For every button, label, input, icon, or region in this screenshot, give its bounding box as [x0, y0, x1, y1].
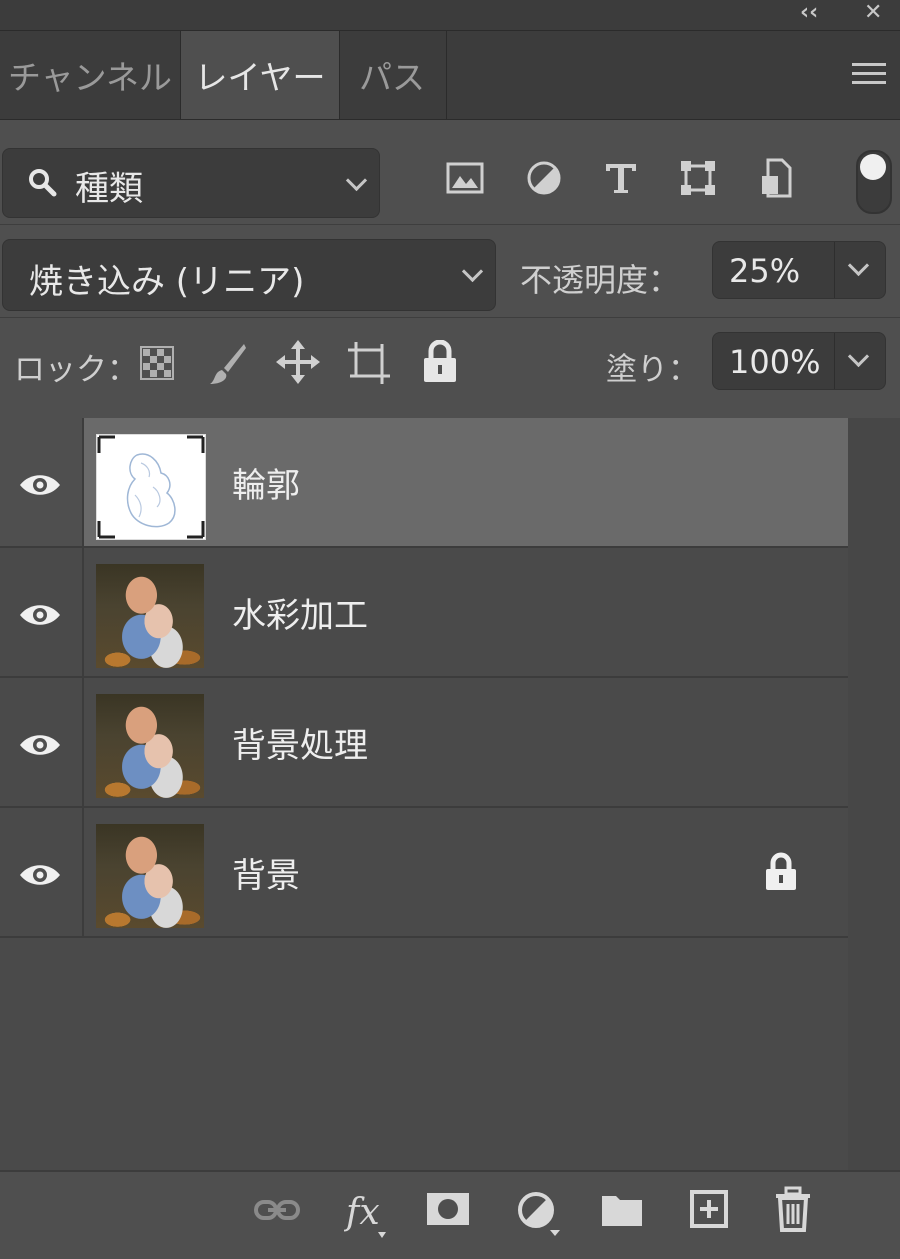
eye-icon	[20, 735, 60, 755]
blend-row: 焼き込み (リニア) 不透明度： 25%	[0, 225, 900, 318]
tab-channels[interactable]: チャンネル	[0, 31, 180, 119]
lock-transparent-pixels-icon[interactable]	[140, 346, 174, 380]
pixel-layer-filter-icon[interactable]	[446, 162, 484, 194]
lock-artboard-icon[interactable]	[346, 340, 392, 386]
visibility-toggle[interactable]	[0, 808, 84, 936]
visibility-toggle[interactable]	[0, 678, 84, 806]
group-folder-icon[interactable]	[600, 1192, 644, 1228]
opacity-dropdown[interactable]	[834, 242, 885, 298]
lock-label: ロック：	[14, 352, 138, 388]
layer-filter-select[interactable]: 種類	[2, 148, 380, 218]
layer-name[interactable]: 輪郭	[232, 458, 300, 507]
opacity-value[interactable]: 25%	[729, 252, 800, 290]
blend-mode-select[interactable]: 焼き込み (リニア)	[2, 239, 496, 311]
panel-menu-icon[interactable]	[852, 63, 886, 84]
type-layer-filter-icon[interactable]	[604, 162, 638, 194]
eye-icon	[20, 475, 60, 495]
smart-object-filter-icon[interactable]	[760, 158, 792, 198]
layer-thumbnail[interactable]	[96, 564, 204, 668]
fill-label: 塗り：	[606, 352, 699, 388]
layer-row[interactable]: 水彩加工	[0, 548, 848, 678]
chevron-down-icon	[345, 169, 368, 192]
chevron-down-icon	[847, 345, 870, 368]
layers-list: 輪郭 水彩加工 背景処理 背景	[0, 418, 848, 1170]
panel-footer: fx	[0, 1170, 900, 1259]
lock-position-move-icon[interactable]	[276, 340, 320, 384]
layer-thumbnail[interactable]	[96, 694, 204, 798]
new-layer-icon[interactable]	[690, 1190, 728, 1228]
panel-title-bar: ‹‹ ✕	[0, 0, 900, 31]
svg-text:fx: fx	[344, 1192, 380, 1233]
fill-dropdown[interactable]	[834, 333, 885, 389]
eye-icon	[20, 605, 60, 625]
fill-field[interactable]: 100%	[712, 332, 886, 390]
tab-paths[interactable]: パス	[338, 31, 447, 119]
chevron-down-icon	[847, 254, 870, 277]
layer-mask-icon[interactable]	[426, 1192, 470, 1226]
filter-value: 種類	[75, 169, 143, 209]
shape-layer-filter-icon[interactable]	[680, 160, 716, 196]
filter-row: 種類	[0, 120, 900, 225]
filter-toggle[interactable]	[856, 150, 892, 214]
sketch-thumbnail-image	[97, 435, 205, 539]
layer-name[interactable]: 水彩加工	[232, 588, 368, 637]
layer-thumbnail[interactable]	[96, 434, 206, 540]
layers-scrollbar[interactable]	[848, 418, 900, 1170]
fill-value[interactable]: 100%	[729, 343, 820, 381]
fx-icon[interactable]: fx	[344, 1188, 390, 1240]
layer-row[interactable]: 背景	[0, 808, 848, 938]
layer-row[interactable]: 輪郭	[0, 418, 848, 548]
eye-icon	[20, 865, 60, 885]
panel-tabs: チャンネル レイヤー パス	[0, 31, 900, 120]
layer-name[interactable]: 背景	[232, 848, 300, 897]
visibility-toggle[interactable]	[0, 418, 84, 546]
lock-all-icon[interactable]	[422, 340, 458, 384]
layer-row[interactable]: 背景処理	[0, 678, 848, 808]
layer-lock-icon[interactable]	[764, 852, 798, 892]
layer-name[interactable]: 背景処理	[232, 718, 368, 767]
close-panel-icon[interactable]: ✕	[864, 0, 882, 26]
tab-layers[interactable]: レイヤー	[180, 31, 340, 119]
collapse-panel-icon[interactable]: ‹‹	[800, 0, 818, 26]
opacity-field[interactable]: 25%	[712, 241, 886, 299]
link-layers-icon[interactable]	[254, 1198, 300, 1222]
opacity-label: 不透明度：	[520, 261, 681, 299]
lock-image-pixels-brush-icon[interactable]	[208, 342, 248, 386]
search-icon	[29, 169, 57, 197]
adjustment-layer-icon[interactable]	[516, 1190, 566, 1238]
blend-mode-value: 焼き込み (リニア)	[29, 262, 305, 302]
lock-row: ロック： 塗り： 100%	[0, 318, 900, 418]
delete-icon[interactable]	[774, 1186, 812, 1232]
layer-thumbnail[interactable]	[96, 824, 204, 928]
chevron-down-icon	[461, 260, 484, 283]
visibility-toggle[interactable]	[0, 548, 84, 676]
layers-panel-controls: 種類 焼き込み (リニア) 不透明度： 25% ロック： 塗り： 100%	[0, 120, 900, 420]
adjustment-layer-filter-icon[interactable]	[526, 160, 562, 196]
